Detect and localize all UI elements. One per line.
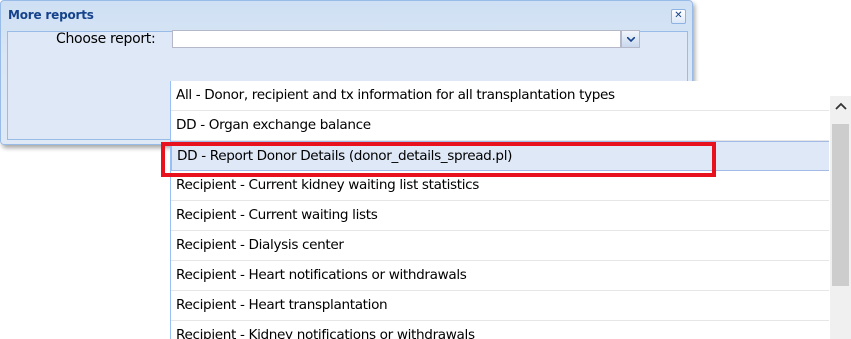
list-item[interactable]: DD - Organ exchange balance [171,111,829,141]
dialog-header[interactable]: More reports ✕ [1,1,692,31]
selection-highlight-annotation [161,142,716,177]
list-item[interactable]: All - Donor, recipient and tx informatio… [171,81,829,111]
report-combo-trigger[interactable] [621,30,640,48]
list-item[interactable]: Recipient - Dialysis center [171,231,829,261]
chevron-up-icon [834,102,847,110]
list-item[interactable]: Recipient - Heart notifications or withd… [171,261,829,291]
report-dropdown-list: All - Donor, recipient and tx informatio… [170,81,829,339]
scrollbar-thumb[interactable] [832,124,849,286]
chevron-down-icon [627,37,635,42]
list-item[interactable]: Recipient - Kidney notifications or with… [171,321,829,339]
dropdown-scrollbar[interactable] [830,96,851,339]
report-combo-input[interactable] [172,30,621,48]
list-item[interactable]: Recipient - Current waiting lists [171,201,829,231]
list-item[interactable]: Recipient - Heart transplantation [171,291,829,321]
close-button[interactable]: ✕ [671,9,686,24]
dialog-title: More reports [8,8,94,22]
choose-report-label: Choose report: [56,31,156,47]
scroll-up-button[interactable] [830,96,851,116]
close-icon: ✕ [674,10,683,21]
